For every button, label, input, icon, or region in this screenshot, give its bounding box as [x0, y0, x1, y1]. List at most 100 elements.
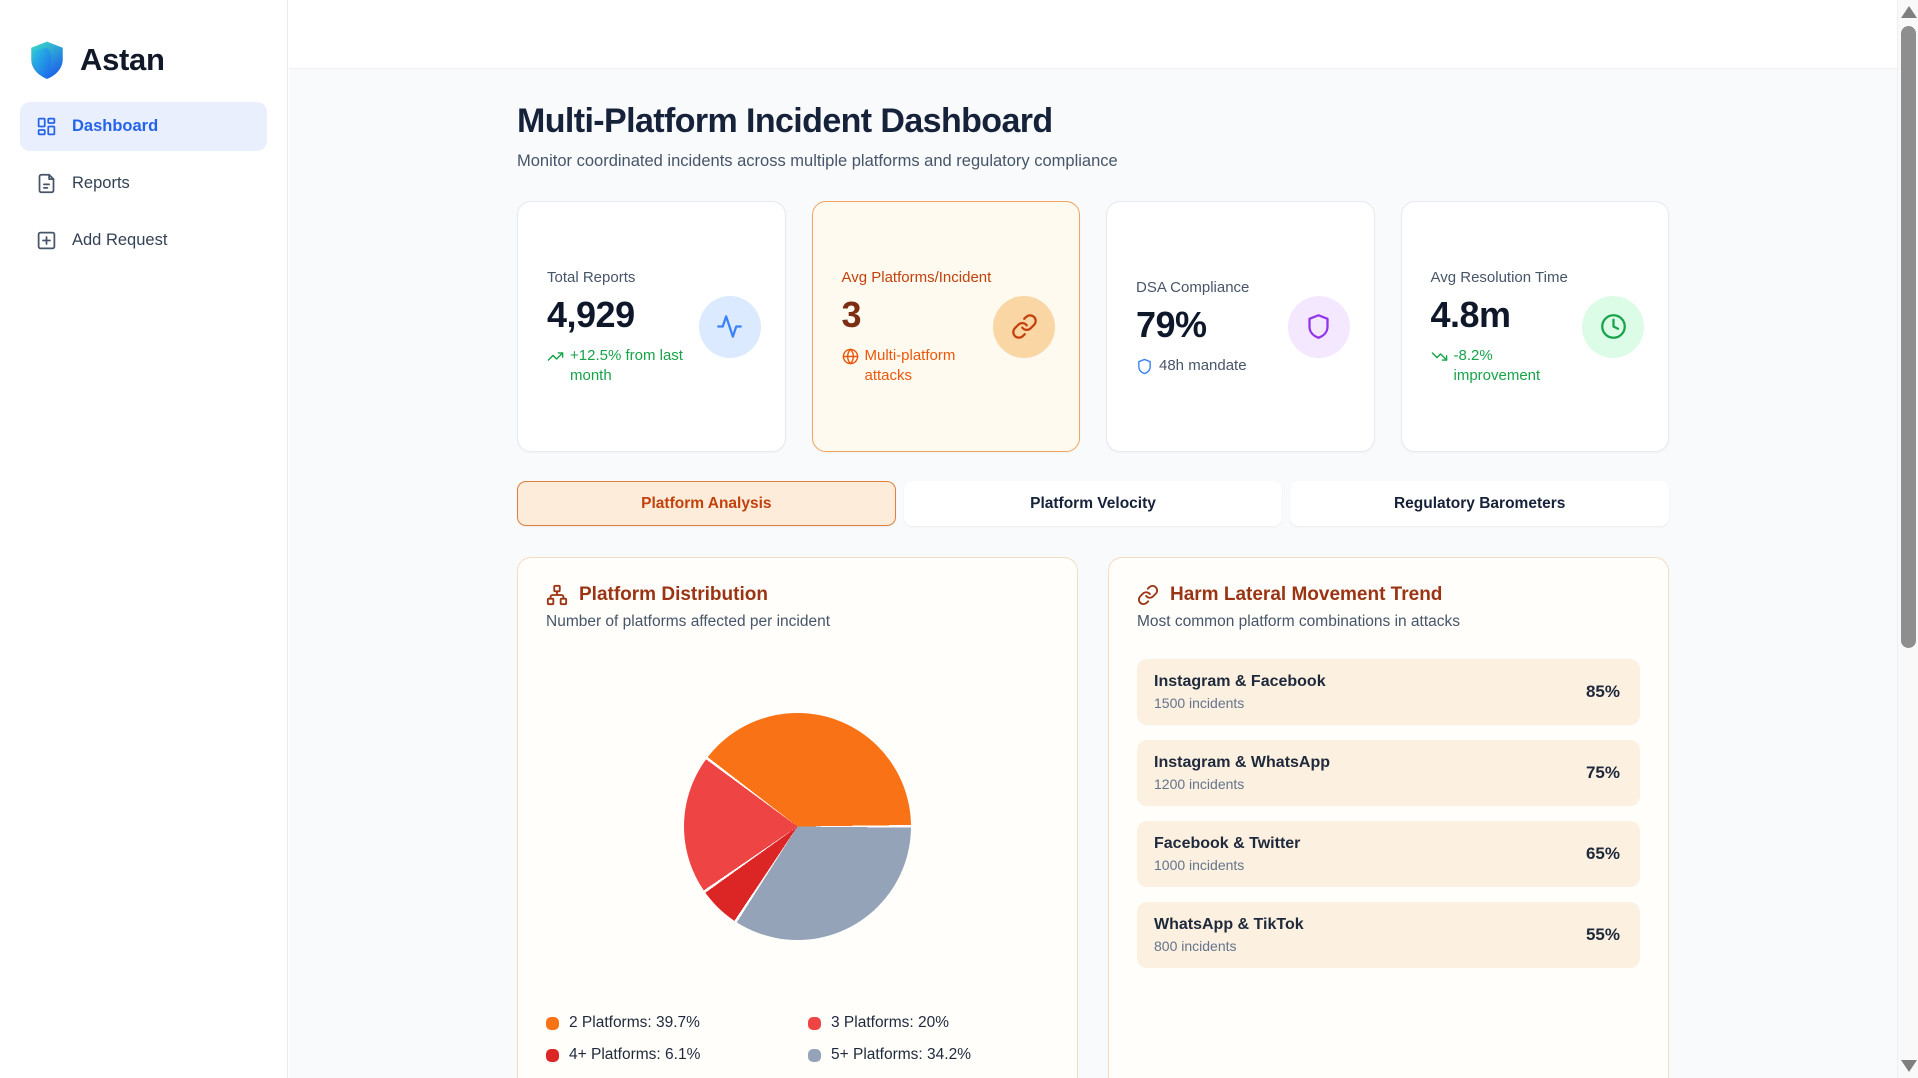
tab-platform-velocity[interactable]: Platform Velocity: [904, 481, 1283, 526]
stat-sub-text: Multi-platform attacks: [865, 346, 994, 385]
legend-label: 3 Platforms: 20%: [831, 1014, 949, 1032]
stat-trend: -8.2% improvement: [1431, 346, 1583, 385]
network-icon: [546, 584, 568, 606]
square-plus-icon: [36, 230, 57, 251]
combo-percent: 75%: [1586, 763, 1620, 783]
list-item: Instagram & WhatsApp 1200 incidents 75%: [1137, 740, 1640, 806]
stat-card-dsa-compliance: DSA Compliance 79% 48h mandate: [1106, 201, 1375, 452]
panel-title: Platform Distribution: [579, 584, 768, 606]
scrollbar-down-arrow-icon[interactable]: [1901, 1060, 1917, 1072]
list-item: Facebook & Twitter 1000 incidents 65%: [1137, 821, 1640, 887]
legend-item-3-platforms: 3 Platforms: 20%: [808, 1014, 1049, 1032]
stat-value: 79%: [1136, 304, 1249, 346]
view-tabs: Platform Analysis Platform Velocity Regu…: [517, 481, 1669, 526]
platform-combination-list: Instagram & Facebook 1500 incidents 85% …: [1137, 659, 1640, 968]
tab-platform-analysis[interactable]: Platform Analysis: [517, 481, 896, 526]
stat-card-avg-platforms: Avg Platforms/Incident 3 Multi-platform …: [812, 201, 1081, 452]
stat-value: 4,929: [547, 294, 699, 336]
panel-subtitle: Number of platforms affected per inciden…: [546, 613, 1049, 631]
stat-trend: 48h mandate: [1136, 356, 1249, 376]
stat-content: Avg Platforms/Incident 3 Multi-platform …: [842, 268, 994, 385]
combo-info: Facebook & Twitter 1000 incidents: [1154, 835, 1300, 873]
stat-value: 3: [842, 294, 994, 336]
combo-info: Instagram & Facebook 1500 incidents: [1154, 673, 1326, 711]
scrollbar-up-arrow-icon[interactable]: [1901, 6, 1917, 18]
platform-distribution-pie-chart: [684, 713, 911, 940]
sidebar: Astan Dashboard Reports Add Request: [0, 0, 288, 1078]
pie-legend: 2 Platforms: 39.7% 3 Platforms: 20% 4+ P…: [546, 1014, 1049, 1064]
platform-distribution-panel: Platform Distribution Number of platform…: [517, 557, 1078, 1078]
clock-icon: [1582, 296, 1644, 358]
stat-trend: +12.5% from last month: [547, 346, 699, 385]
legend-swatch: [546, 1017, 559, 1030]
page-subtitle: Monitor coordinated incidents across mul…: [517, 152, 1669, 171]
shield-icon: [1136, 358, 1153, 375]
app-window: Astan Dashboard Reports Add Request Mult…: [0, 0, 1918, 1078]
astan-logo-icon: [26, 38, 68, 82]
tab-regulatory-barometers[interactable]: Regulatory Barometers: [1290, 481, 1669, 526]
stat-content: Total Reports 4,929 +12.5% from last mon…: [547, 268, 699, 385]
list-item: Instagram & Facebook 1500 incidents 85%: [1137, 659, 1640, 725]
sidebar-item-reports[interactable]: Reports: [20, 159, 267, 208]
brand: Astan: [0, 0, 287, 94]
pie-chart-wrap: [546, 713, 1049, 940]
combo-name: Facebook & Twitter: [1154, 835, 1300, 853]
shield-icon: [1288, 296, 1350, 358]
legend-label: 5+ Platforms: 34.2%: [831, 1046, 971, 1064]
link-icon: [993, 296, 1055, 358]
panels-row: Platform Distribution Number of platform…: [517, 557, 1669, 1078]
legend-swatch: [808, 1017, 821, 1030]
globe-icon: [842, 348, 859, 365]
combo-info: WhatsApp & TikTok 800 incidents: [1154, 916, 1304, 954]
stat-label: DSA Compliance: [1136, 278, 1249, 298]
sidebar-item-label: Add Request: [72, 231, 167, 250]
stat-card-avg-resolution: Avg Resolution Time 4.8m -8.2% improveme…: [1401, 201, 1670, 452]
legend-label: 4+ Platforms: 6.1%: [569, 1046, 700, 1064]
stat-sub-text: 48h mandate: [1159, 356, 1247, 376]
legend-label: 2 Platforms: 39.7%: [569, 1014, 700, 1032]
stat-sub-text: -8.2% improvement: [1454, 346, 1583, 385]
panel-header: Harm Lateral Movement Trend: [1137, 584, 1640, 606]
page-title: Multi-Platform Incident Dashboard: [517, 102, 1669, 141]
panel-subtitle: Most common platform combinations in att…: [1137, 613, 1640, 631]
stat-label: Avg Resolution Time: [1431, 268, 1583, 288]
stat-sub-text: +12.5% from last month: [570, 346, 699, 385]
main-area: Multi-Platform Incident Dashboard Monito…: [289, 0, 1897, 1078]
sidebar-item-label: Reports: [72, 174, 130, 193]
content: Multi-Platform Incident Dashboard Monito…: [517, 69, 1669, 1078]
combo-percent: 85%: [1586, 682, 1620, 702]
stat-value: 4.8m: [1431, 294, 1583, 336]
combo-incidents: 1500 incidents: [1154, 695, 1326, 711]
stat-label: Avg Platforms/Incident: [842, 268, 994, 288]
combo-percent: 65%: [1586, 844, 1620, 864]
legend-item-4plus-platforms: 4+ Platforms: 6.1%: [546, 1046, 808, 1064]
combo-percent: 55%: [1586, 925, 1620, 945]
link-icon: [1137, 584, 1159, 606]
stat-content: DSA Compliance 79% 48h mandate: [1136, 278, 1249, 376]
sidebar-nav: Dashboard Reports Add Request: [0, 94, 287, 265]
sidebar-item-dashboard[interactable]: Dashboard: [20, 102, 267, 151]
top-bar: [289, 0, 1897, 69]
stat-label: Total Reports: [547, 268, 699, 288]
stat-card-total-reports: Total Reports 4,929 +12.5% from last mon…: [517, 201, 786, 452]
combo-incidents: 800 incidents: [1154, 938, 1304, 954]
sidebar-item-add-request[interactable]: Add Request: [20, 216, 267, 265]
stat-trend: Multi-platform attacks: [842, 346, 994, 385]
legend-item-2-platforms: 2 Platforms: 39.7%: [546, 1014, 808, 1032]
combo-name: WhatsApp & TikTok: [1154, 916, 1304, 934]
trending-up-icon: [547, 348, 564, 365]
combo-name: Instagram & WhatsApp: [1154, 754, 1330, 772]
scrollbar-thumb[interactable]: [1901, 26, 1916, 648]
activity-icon: [699, 296, 761, 358]
vertical-scrollbar[interactable]: [1897, 0, 1918, 1078]
legend-item-5plus-platforms: 5+ Platforms: 34.2%: [808, 1046, 1049, 1064]
stat-content: Avg Resolution Time 4.8m -8.2% improveme…: [1431, 268, 1583, 385]
legend-swatch: [546, 1049, 559, 1062]
sidebar-item-label: Dashboard: [72, 117, 158, 136]
combo-incidents: 1000 incidents: [1154, 857, 1300, 873]
list-item: WhatsApp & TikTok 800 incidents 55%: [1137, 902, 1640, 968]
combo-name: Instagram & Facebook: [1154, 673, 1326, 691]
panel-header: Platform Distribution: [546, 584, 1049, 606]
trending-down-icon: [1431, 348, 1448, 365]
brand-name: Astan: [80, 42, 165, 78]
